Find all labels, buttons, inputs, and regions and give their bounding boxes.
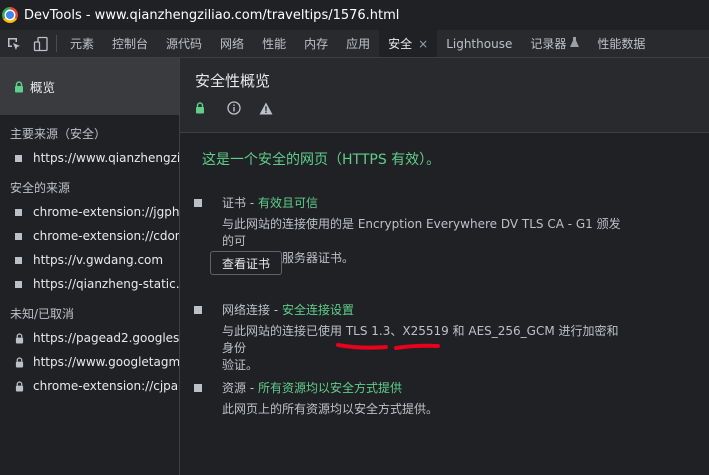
origin-square-icon [15, 256, 22, 264]
certificate-title: 证书 - 有效且可信 [222, 196, 318, 210]
origin-square-icon [15, 208, 22, 216]
tab-security[interactable]: 安全 × [379, 30, 438, 57]
tab-network[interactable]: 网络 [211, 30, 253, 57]
warning-icon [259, 102, 291, 115]
sidebar-origin-item[interactable]: https://www.googletagmanager.com [0, 350, 179, 374]
tab-console[interactable]: 控制台 [103, 30, 157, 57]
tab-close-icon[interactable]: × [418, 37, 428, 51]
section-bullet-icon [194, 199, 202, 207]
lock-icon [15, 380, 24, 392]
inspect-element-icon[interactable] [0, 30, 27, 57]
sidebar-origin-item[interactable]: https://pagead2.googlesyndication.com [0, 326, 179, 350]
origin-square-icon [15, 280, 22, 288]
sidebar-item-overview[interactable]: 概览 [0, 58, 179, 115]
sidebar-origin-item[interactable]: chrome-extension://cjpalhdlnbpafiamejdnh… [0, 374, 179, 398]
sidebar-origin-item[interactable]: chrome-extension://jgphnjokjhjlcnnajmfjl… [0, 200, 179, 224]
origin-square-icon [15, 154, 22, 162]
lock-icon [15, 356, 24, 368]
tab-lighthouse[interactable]: Lighthouse [437, 30, 521, 57]
security-overview-panel: 安全性概览 这是一个安全的网页（HTTPS 有效）。 证书 - 有效且可信 与此… [180, 58, 709, 475]
lock-icon [15, 332, 24, 344]
tab-elements[interactable]: 元素 [61, 30, 103, 57]
sidebar-heading-main-origin: 主要来源（安全） [10, 127, 107, 141]
sidebar-heading-unknown-origins: 未知/已取消 [10, 307, 75, 321]
view-certificate-button[interactable]: 查看证书 [210, 251, 282, 275]
info-icon [227, 101, 259, 115]
tab-application[interactable]: 应用 [337, 30, 379, 57]
sidebar-origin-item[interactable]: chrome-extension://cdonnmffkdaoajfknoeee… [0, 224, 179, 248]
overview-summary-icons [195, 101, 291, 115]
window-titlebar: DevTools - www.qianzhengziliao.com/trave… [0, 0, 709, 30]
certificate-status: 有效且可信 [257, 196, 318, 210]
tab-recorder[interactable]: 记录器 [521, 30, 588, 57]
chrome-logo-icon [2, 7, 18, 23]
overview-header: 安全性概览 [180, 58, 709, 133]
sidebar-origin-item[interactable]: https://qianzheng-static.pasfinder.com [0, 272, 179, 296]
tab-performance[interactable]: 性能 [253, 30, 295, 57]
page-title: 安全性概览 [195, 72, 271, 90]
resources-section: 资源 - 所有资源均以安全方式提供 此网页上的所有资源均以安全方式提供。 [194, 379, 694, 429]
security-sidebar: 概览 主要来源（安全） https://www.qianzhengziliao.… [0, 58, 180, 475]
lock-icon [14, 80, 24, 93]
sidebar-overview-label: 概览 [30, 80, 56, 95]
resources-status: 所有资源均以安全方式提供 [257, 381, 402, 395]
tab-performance-insights[interactable]: 性能数据 [588, 30, 654, 57]
secure-page-message: 这是一个安全的网页（HTTPS 有效）。 [202, 152, 441, 168]
resources-title: 资源 - 所有资源均以安全方式提供 [222, 381, 402, 395]
tabbar-divider [56, 35, 57, 52]
sidebar-origin-item[interactable]: https://www.qianzhengziliao.com [0, 146, 179, 170]
flask-icon [570, 36, 580, 51]
device-toggle-icon[interactable] [27, 30, 54, 57]
section-bullet-icon [194, 306, 202, 314]
sidebar-heading-secure-origins: 安全的来源 [10, 181, 71, 195]
annotation-underline [336, 343, 440, 350]
tab-memory[interactable]: 内存 [295, 30, 337, 57]
resources-description: 此网页上的所有资源均以安全方式提供。 [222, 402, 439, 416]
window-title: DevTools - www.qianzhengziliao.com/trave… [24, 7, 400, 23]
section-bullet-icon [194, 384, 202, 392]
connection-section: 网络连接 - 安全连接设置 与此网站的连接已使用 TLS 1.3、X25519 … [194, 301, 694, 372]
sidebar-origin-item[interactable]: https://v.gwdang.com [0, 248, 179, 272]
connection-title: 网络连接 - 安全连接设置 [222, 303, 354, 317]
certificate-description: 与此网站的连接使用的是 Encryption Everywhere DV TLS… [222, 217, 621, 265]
origin-square-icon [15, 232, 22, 240]
connection-status: 安全连接设置 [281, 303, 354, 317]
devtools-tabbar: 元素 控制台 源代码 网络 性能 内存 应用 安全 × Lighthouse 记… [0, 30, 709, 58]
tab-sources[interactable]: 源代码 [157, 30, 211, 57]
lock-icon [195, 102, 227, 114]
